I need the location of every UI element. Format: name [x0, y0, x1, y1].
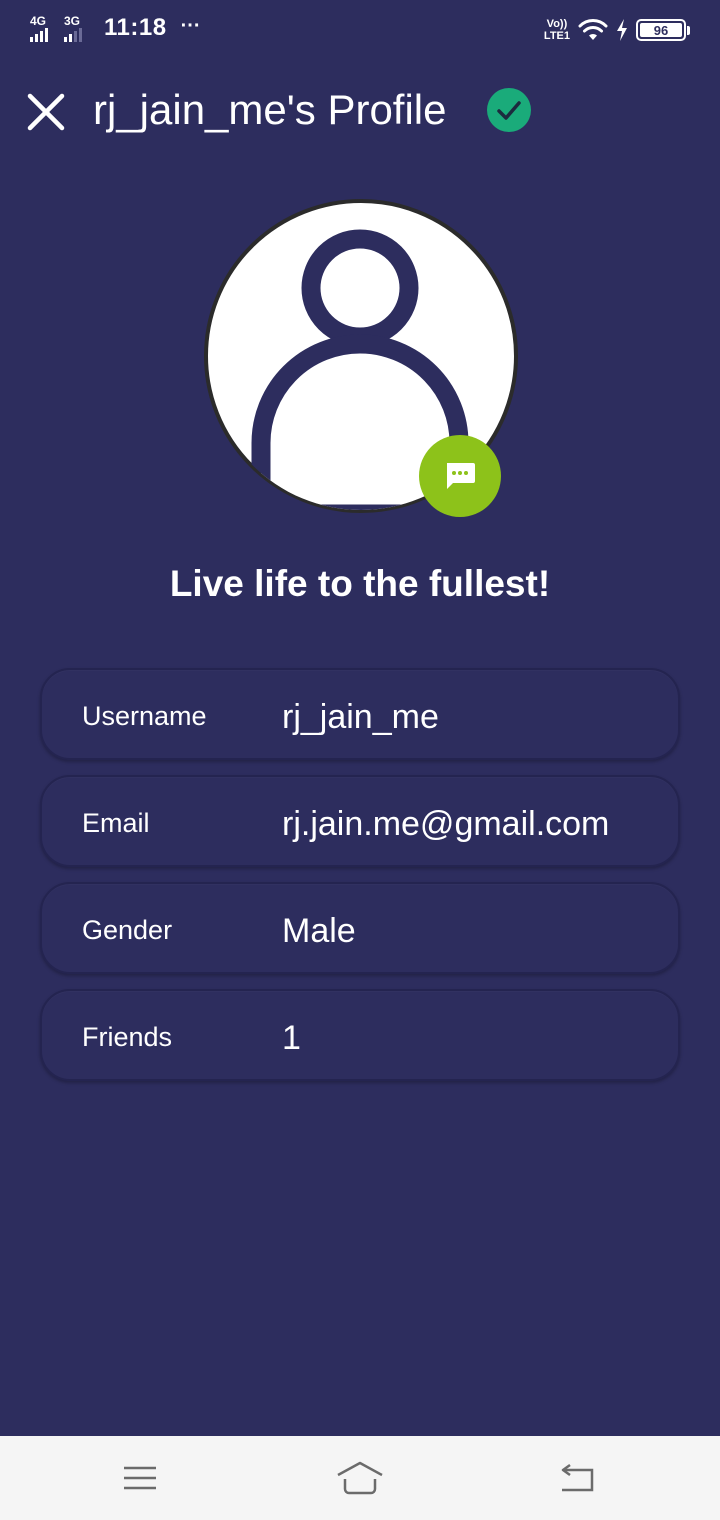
battery-icon: 96 [636, 19, 690, 41]
back-button[interactable] [548, 1454, 608, 1502]
profile-bio: Live life to the fullest! [169, 563, 551, 604]
info-row-friends[interactable]: Friends 1 [40, 989, 680, 1081]
info-row-email: Email rj.jain.me@gmail.com [40, 775, 680, 867]
info-value: rj.jain.me@gmail.com [282, 805, 610, 843]
volte-indicator: Vo)) LTE1 [544, 18, 570, 42]
close-button[interactable] [24, 90, 68, 134]
signal-bars-icon [64, 27, 82, 42]
info-label: Email [82, 808, 150, 838]
charging-icon [617, 19, 627, 41]
chat-bubble-icon [447, 463, 475, 489]
volte-top: Vo)) [546, 18, 568, 30]
home-icon [337, 1461, 383, 1495]
status-time: 11:18 [104, 14, 167, 41]
signal-3g: 3G [64, 15, 92, 42]
menu-button[interactable] [110, 1454, 170, 1502]
menu-icon [124, 1466, 156, 1490]
app-header: rj_jain_me's Profile [0, 76, 720, 146]
info-value: 1 [282, 1019, 301, 1057]
profile-info-list: Username rj_jain_me Email rj.jain.me@gma… [40, 668, 680, 1096]
battery-level: 96 [640, 23, 682, 38]
status-right: Vo)) LTE1 96 [544, 18, 690, 42]
more-notifications-icon: ··· [180, 14, 201, 37]
wifi-icon [578, 19, 608, 40]
back-icon [561, 1463, 594, 1492]
info-label: Username [82, 701, 207, 731]
status-left: 4G 3G 11:18 ··· [30, 14, 201, 42]
network-type-3g: 3G [64, 13, 81, 28]
home-button[interactable] [330, 1454, 390, 1502]
volte-bottom: LTE1 [543, 30, 570, 42]
close-icon [27, 93, 65, 131]
check-circle-icon [487, 88, 531, 132]
info-row-gender: Gender Male [40, 882, 680, 974]
system-nav-bar [0, 1436, 720, 1520]
network-type-4g: 4G [30, 13, 47, 28]
signal-4g: 4G [30, 15, 58, 42]
info-value: Male [282, 912, 356, 950]
chat-button[interactable] [419, 435, 501, 517]
info-label: Gender [82, 915, 173, 945]
info-label: Friends [82, 1022, 173, 1052]
info-value: rj_jain_me [282, 698, 439, 736]
status-bar: 4G 3G 11:18 ··· Vo)) LTE1 96 [0, 0, 720, 64]
info-row-username: Username rj_jain_me [40, 668, 680, 760]
page-title: rj_jain_me's Profile [93, 86, 447, 133]
signal-bars-icon [30, 27, 48, 42]
profile-screen: 4G 3G 11:18 ··· Vo)) LTE1 96 rj_jain_me'… [0, 0, 720, 1520]
